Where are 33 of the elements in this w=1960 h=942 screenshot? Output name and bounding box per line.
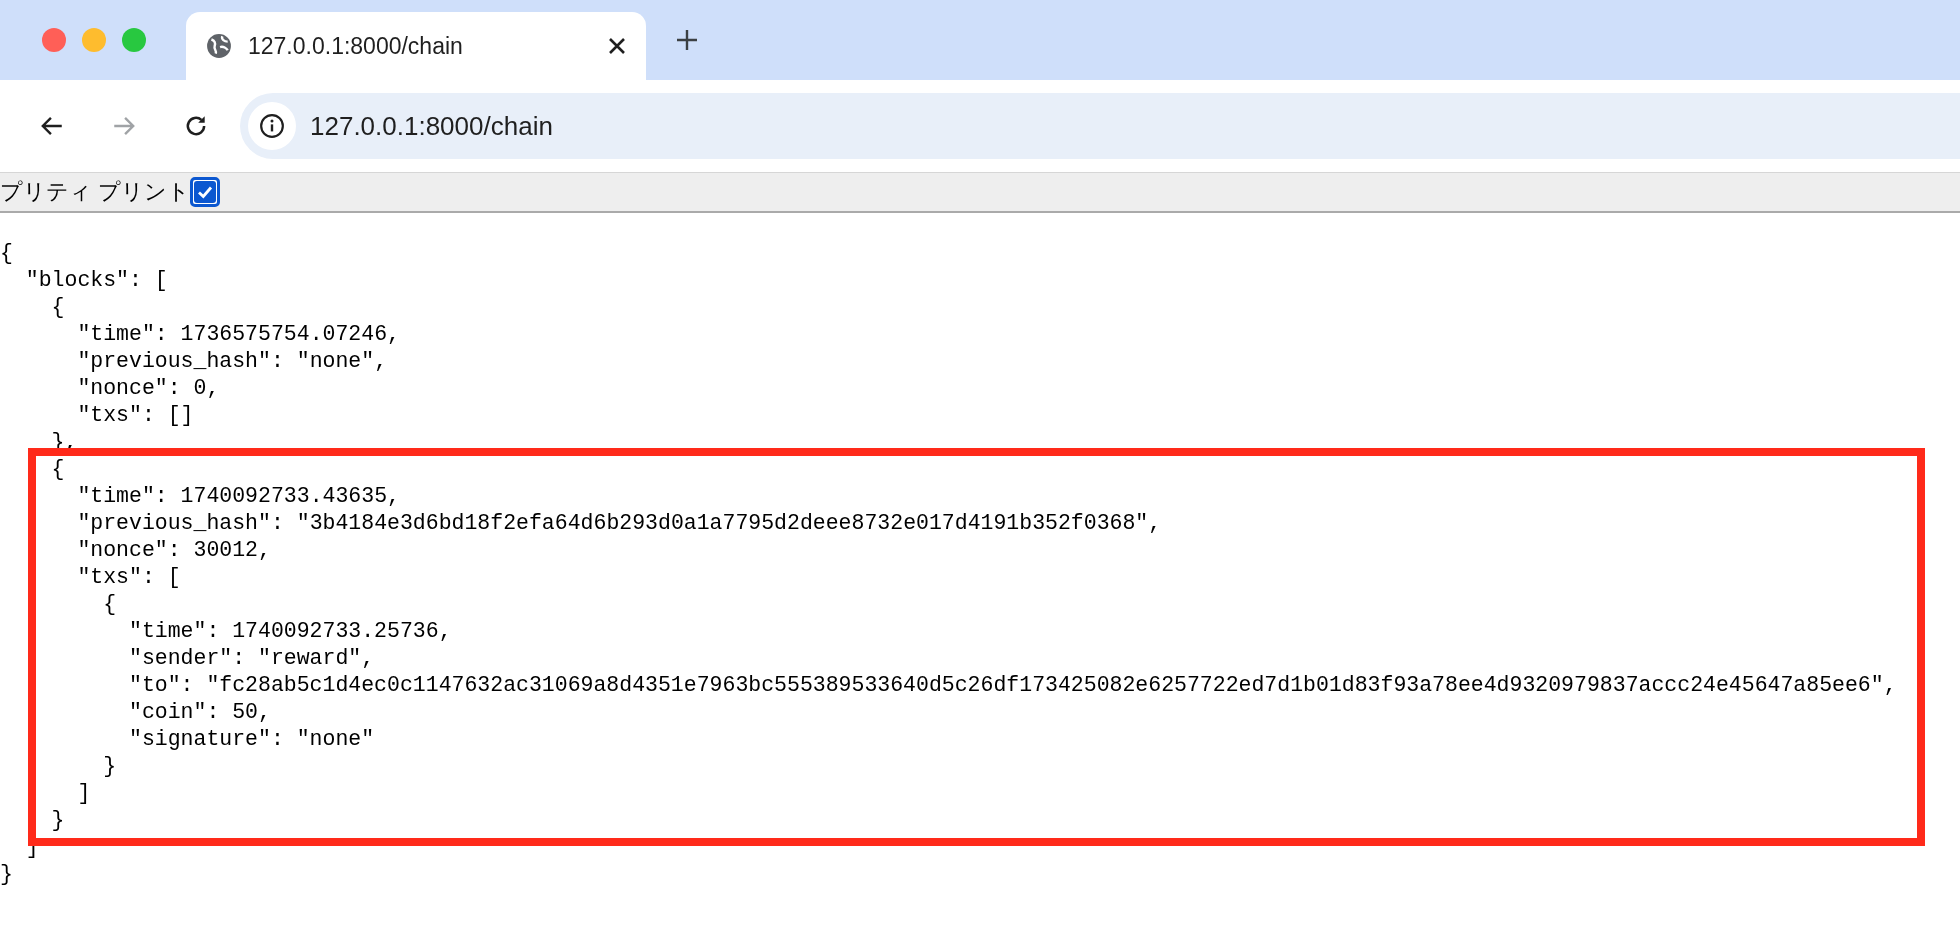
code-line: "txs": [] [77, 402, 194, 429]
code-line: ] [77, 780, 91, 807]
code-line: "blocks": [ [25, 267, 168, 294]
info-icon [259, 113, 285, 139]
new-tab-icon[interactable] [676, 29, 698, 51]
code-line: } [103, 753, 117, 780]
code-line: "time": 1740092733.25736, [129, 618, 452, 645]
pretty-print-label: プリティ プリント [0, 181, 191, 203]
browser-tab[interactable]: 127.0.0.1:8000/chain [186, 12, 646, 80]
pretty-print-checkbox[interactable] [190, 177, 221, 207]
info-button[interactable] [248, 102, 296, 150]
close-icon[interactable] [608, 37, 626, 55]
code-line: "signature": "none" [129, 726, 375, 753]
code-line: "time": 1740092733.43635, [77, 483, 400, 510]
code-line: "previous_hash": "3b4184e3d6bd18f2efa64d6b293d0a1a7795d2deee8732e017d4191b352f0368", [77, 510, 1162, 537]
code-line: { [0, 240, 13, 267]
code-line: { [51, 456, 65, 483]
code-line: "time": 1736575754.07246, [77, 321, 400, 348]
globe-icon [206, 33, 232, 59]
code-line: { [103, 591, 117, 618]
tab-title: 127.0.0.1:8000/chain [248, 31, 464, 61]
code-line: "coin": 50, [129, 699, 271, 726]
code-line: "nonce": 30012, [77, 537, 271, 564]
code-line: "nonce": 0, [77, 375, 220, 402]
address-bar[interactable]: 127.0.0.1:8000/chain [240, 93, 1960, 159]
url-text: 127.0.0.1:8000/chain [310, 109, 553, 143]
code-line: "to": "fc28ab5c1d4ec0c1147632ac31069a8d4351e7963bc555389533640d5c26df173425082e6257722ed7d1b01d83f93a78ee4d9320979837accc24e45647a85ee6", [129, 672, 1897, 699]
code-line: "sender": "reward", [129, 645, 375, 672]
code-line: "txs": [ [77, 564, 181, 591]
code-line: "previous_hash": "none", [77, 348, 388, 375]
code-line: } [0, 861, 13, 888]
code-line: { [51, 294, 65, 321]
code-line: } [51, 807, 65, 834]
